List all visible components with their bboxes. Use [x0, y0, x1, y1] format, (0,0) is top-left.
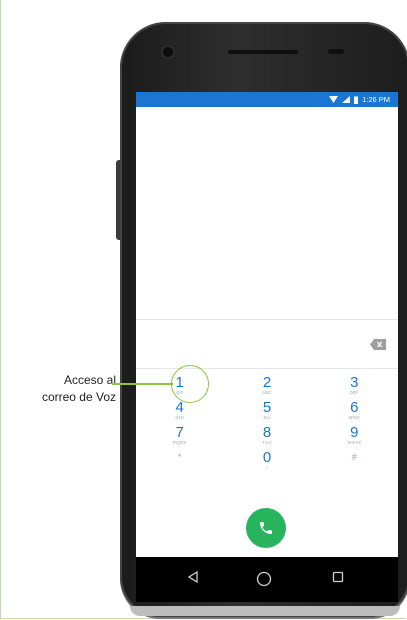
dial-key-letters: PQRS	[172, 440, 187, 445]
callout-line-1: Acceso al	[63, 373, 116, 387]
dial-key-0[interactable]: 0 +	[237, 450, 297, 475]
dialpad-row: * 0 + #	[136, 450, 398, 475]
home-icon[interactable]	[256, 571, 272, 587]
signal-icon	[342, 96, 351, 103]
dial-key-digit: *	[177, 452, 182, 462]
dial-key-letters: DEF	[349, 390, 360, 395]
dialpad-row: 4 GHI 5 JKL 6 MNO	[136, 400, 398, 425]
dial-key-digit: 2	[262, 374, 272, 391]
phone-screen: 1:26 PM 1 QO 2 ABC 3 DEF 4 GHI 5 JKL 6 M…	[136, 92, 398, 602]
phone-bottom-edge	[130, 606, 400, 616]
callout-line-2: correo de Voz	[41, 390, 116, 404]
dial-key-hash[interactable]: #	[324, 450, 384, 475]
navigation-bar	[136, 557, 398, 602]
front-camera	[163, 47, 173, 57]
dial-key-digit: 5	[262, 399, 272, 416]
proximity-sensor	[328, 49, 344, 54]
dial-key-letters: MNO	[348, 415, 360, 420]
battery-icon	[354, 96, 359, 104]
dial-key-letters: WXYZ	[347, 440, 362, 445]
dial-key-letters: ABC	[262, 390, 272, 395]
dialer-content-area	[136, 107, 398, 319]
dial-key-digit: 9	[350, 424, 359, 441]
dial-key-digit: 7	[175, 424, 184, 441]
phone-icon	[260, 522, 272, 534]
dial-key-letters: TUV	[262, 440, 272, 445]
status-icons: 1:26 PM	[329, 95, 390, 104]
dial-key-8[interactable]: 8 TUV	[237, 425, 297, 450]
dial-key-3[interactable]: 3 DEF	[324, 375, 384, 400]
dial-key-digit: 0	[262, 449, 272, 466]
dial-number-field[interactable]	[136, 319, 398, 369]
dial-key-star[interactable]: *	[150, 450, 210, 475]
dial-key-digit: 4	[175, 399, 184, 416]
dial-key-2[interactable]: 2 ABC	[237, 375, 297, 400]
status-time: 1:26 PM	[362, 95, 390, 104]
dial-key-9[interactable]: 9 WXYZ	[324, 425, 384, 450]
callout-highlight-circle	[171, 365, 209, 403]
dial-key-digit: #	[351, 452, 357, 462]
dial-key-4[interactable]: 4 GHI	[150, 400, 210, 425]
dial-key-letters: +	[265, 465, 269, 470]
dial-key-digit: 6	[350, 399, 359, 416]
dial-key-7[interactable]: 7 PQRS	[150, 425, 210, 450]
callout-line	[112, 383, 173, 385]
dial-key-letters: GHI	[175, 415, 184, 420]
call-button[interactable]	[246, 508, 286, 548]
backspace-icon[interactable]	[370, 339, 386, 350]
dial-key-letters: JKL	[262, 415, 272, 420]
recent-apps-icon[interactable]	[332, 571, 344, 583]
dial-key-5[interactable]: 5 JKL	[237, 400, 297, 425]
back-icon[interactable]	[187, 571, 199, 583]
dialpad-row: 7 PQRS 8 TUV 9 WXYZ	[136, 425, 398, 450]
wifi-icon	[329, 96, 339, 103]
voicemail-callout: Acceso al correo de Voz	[20, 372, 116, 406]
dial-key-digit: 3	[350, 374, 359, 391]
status-bar: 1:26 PM	[136, 92, 398, 107]
earpiece-speaker	[228, 50, 298, 54]
dial-key-6[interactable]: 6 MNO	[324, 400, 384, 425]
dial-key-digit: 8	[262, 424, 272, 441]
